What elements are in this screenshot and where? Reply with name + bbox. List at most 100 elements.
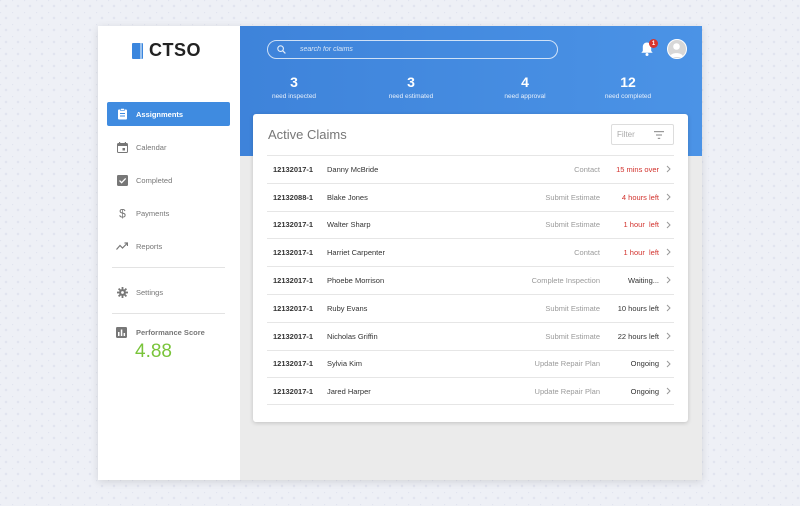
- sidebar-divider: [112, 313, 225, 314]
- performance-score-value: 4.88: [135, 341, 172, 362]
- claim-id: 12132017-1: [273, 303, 314, 313]
- app-name: CTSO: [149, 40, 202, 60]
- table-row[interactable]: 12132017-1 Nicholas Griffin Submit Estimat…: [267, 321, 674, 350]
- claim-id: 12132017-1: [273, 359, 314, 369]
- claim-status: Ongoing: [630, 359, 659, 369]
- claims-table: 12132017-1 Danny McBride Contact 15 mins ov…: [267, 155, 674, 406]
- claim-status: 4 hours left: [621, 192, 659, 202]
- table-row[interactable]: 12132017-1 Harriet Carpenter Contact 1 hour…: [267, 238, 674, 266]
- table-row[interactable]: 12132017-1 Jared Harper Update Repair Plan…: [267, 377, 674, 406]
- stat-label: need approval: [504, 93, 546, 100]
- stats-row: 3 need inspected 3 need estimated 4 need…: [240, 74, 702, 104]
- book-logo-icon: [132, 42, 143, 59]
- table-row[interactable]: 12132017-1 Danny McBride Contact 15 mins ov…: [267, 155, 674, 183]
- claim-task: Submit Estimate: [545, 303, 600, 313]
- sidebar-item-reports[interactable]: Reports: [107, 234, 230, 258]
- sidebar-divider: [112, 267, 225, 268]
- claim-id: 12132017-1: [273, 220, 314, 230]
- sidebar-item-label: Reports: [136, 241, 163, 251]
- performance-score-label: Performance Score: [107, 326, 230, 338]
- claim-id: 12132017-1: [273, 386, 314, 396]
- stat-label: need inspected: [271, 93, 317, 100]
- bar-chart-icon: [116, 326, 128, 338]
- claim-task: Submit Estimate: [545, 192, 600, 202]
- app-window: CTSO Assignments Calendar Completed $ Pa…: [98, 26, 702, 480]
- table-row[interactable]: 12132017-1 Ruby Evans Submit Estimate 10 ho…: [267, 293, 674, 322]
- sidebar-item-label: Calendar: [136, 142, 167, 152]
- chevron-right-icon: [666, 248, 671, 258]
- avatar[interactable]: [667, 39, 687, 59]
- claim-id: 12132088-1: [273, 192, 314, 202]
- claimant-name: Walter Sharp: [327, 220, 371, 230]
- sidebar-item-completed[interactable]: Completed: [107, 168, 230, 192]
- table-row[interactable]: 12132088-1 Blake Jones Submit Estimate 4 ho…: [267, 182, 674, 211]
- calendar-icon: [116, 141, 128, 153]
- claimant-name: Danny McBride: [327, 164, 379, 174]
- table-row[interactable]: 12132017-1 Walter Sharp Submit Estimate 1 h…: [267, 210, 674, 239]
- card-title: Active Claims: [268, 127, 347, 142]
- sidebar-item-assignments[interactable]: Assignments: [107, 102, 230, 126]
- sidebar-nav: Assignments Calendar Completed $ Payment…: [107, 102, 230, 363]
- filter-placeholder: Filter: [617, 130, 635, 139]
- claim-status: 15 mins over: [616, 164, 659, 174]
- stat-estimated[interactable]: 3 need estimated: [371, 74, 451, 100]
- filter-input[interactable]: Filter: [611, 124, 674, 145]
- claim-task: Update Repair Plan: [534, 359, 600, 369]
- user-avatar-icon: [670, 43, 683, 57]
- stat-value: 3: [407, 74, 415, 90]
- sidebar-item-label: Assignments: [136, 109, 184, 119]
- claimant-name: Ruby Evans: [327, 303, 368, 313]
- logo[interactable]: CTSO: [132, 40, 201, 61]
- stat-approval[interactable]: 4 need approval: [485, 74, 565, 100]
- dollar-icon: $: [116, 207, 128, 219]
- claim-task: Update Repair Plan: [534, 386, 600, 396]
- chevron-right-icon: [666, 276, 671, 286]
- chevron-right-icon: [666, 387, 671, 397]
- notification-badge: 1: [649, 39, 658, 48]
- stat-completed[interactable]: 12 need completed: [588, 74, 668, 100]
- chevron-right-icon: [666, 165, 671, 175]
- clipboard-icon: [116, 108, 128, 120]
- sidebar-item-settings[interactable]: Settings: [107, 280, 230, 304]
- claimant-name: Jared Harper: [327, 386, 371, 396]
- claim-status: 1 hour left: [623, 220, 659, 230]
- claim-task: Contact: [574, 248, 600, 258]
- stat-label: need completed: [604, 93, 652, 100]
- stat-inspected[interactable]: 3 need inspected: [254, 74, 334, 100]
- chevron-right-icon: [666, 221, 671, 231]
- claim-status: Waiting...: [628, 276, 659, 286]
- claim-task: Submit Estimate: [545, 331, 600, 341]
- claim-id: 12132017-1: [273, 331, 314, 341]
- svg-text:$: $: [119, 207, 126, 219]
- claim-task: Submit Estimate: [545, 220, 600, 230]
- stat-value: 12: [620, 74, 636, 90]
- chevron-right-icon: [666, 332, 671, 342]
- main-content: 1 3 need inspected 3 need estimated 4 ne…: [240, 26, 702, 480]
- claimant-name: Sylvia Kim: [327, 359, 363, 369]
- claimant-name: Harriet Carpenter: [327, 248, 385, 258]
- table-row[interactable]: 12132017-1 Sylvia Kim Update Repair Plan On…: [267, 349, 674, 378]
- sidebar-item-calendar[interactable]: Calendar: [107, 135, 230, 159]
- claimant-name: Nicholas Griffin: [327, 331, 378, 341]
- gear-icon: [116, 286, 128, 298]
- claimant-name: Blake Jones: [327, 192, 368, 202]
- claim-id: 12132017-1: [273, 276, 314, 286]
- claimant-name: Phoebe Morrison: [327, 276, 385, 286]
- table-row[interactable]: 12132017-1 Phoebe Morrison Complete Inspec…: [267, 266, 674, 294]
- sidebar-item-label: Settings: [136, 287, 164, 297]
- stat-label: need estimated: [388, 93, 434, 100]
- search-bar[interactable]: [267, 40, 558, 59]
- filter-icon: [654, 131, 664, 141]
- sidebar-item-label: Payments: [136, 208, 170, 218]
- search-input[interactable]: [300, 46, 540, 53]
- performance-label-text: Performance Score: [136, 327, 205, 337]
- claim-status: 1 hour left: [623, 248, 659, 258]
- claim-id: 12132017-1: [273, 164, 314, 174]
- claim-status: 10 hours left: [617, 303, 659, 313]
- search-icon: [277, 41, 286, 59]
- sidebar-item-payments[interactable]: $ Payments: [107, 201, 230, 225]
- stat-value: 3: [290, 74, 298, 90]
- sidebar: CTSO Assignments Calendar Completed $ Pa…: [98, 26, 240, 480]
- notifications-button[interactable]: 1: [640, 39, 658, 57]
- claim-status: 22 hours left: [617, 331, 659, 341]
